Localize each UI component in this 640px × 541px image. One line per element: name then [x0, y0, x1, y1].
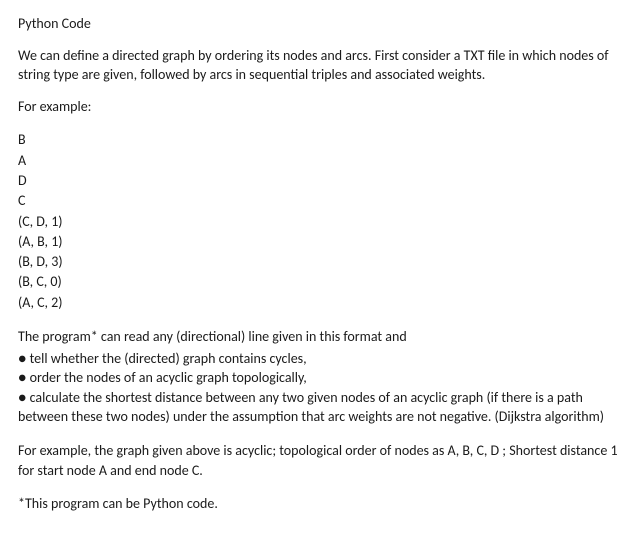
bullet-item: ● tell whether the (directed) graph cont…	[18, 349, 622, 369]
footnote: *This program can be Python code.	[18, 494, 622, 514]
data-line: (A, B, 1)	[18, 232, 622, 252]
data-line: (A, C, 2)	[18, 293, 622, 313]
example-result-paragraph: For example, the graph given above is ac…	[18, 441, 622, 480]
data-line: (B, D, 3)	[18, 252, 622, 272]
example-data-block: B A D C (C, D, 1) (A, B, 1) (B, D, 3) (B…	[18, 130, 622, 313]
intro-paragraph: We can define a directed graph by orderi…	[18, 46, 622, 85]
requirements-block: The program* can read any (directional) …	[18, 327, 622, 427]
document-title: Python Code	[18, 14, 622, 34]
data-line: (B, C, 0)	[18, 272, 622, 292]
example-label: For example:	[18, 97, 622, 117]
data-line: D	[18, 171, 622, 191]
requirements-intro: The program* can read any (directional) …	[18, 327, 622, 347]
data-line: C	[18, 191, 622, 211]
data-line: (C, D, 1)	[18, 212, 622, 232]
data-line: B	[18, 130, 622, 150]
data-line: A	[18, 151, 622, 171]
bullet-item: ● order the nodes of an acyclic graph to…	[18, 368, 622, 388]
bullet-item: ● calculate the shortest distance betwee…	[18, 388, 622, 427]
